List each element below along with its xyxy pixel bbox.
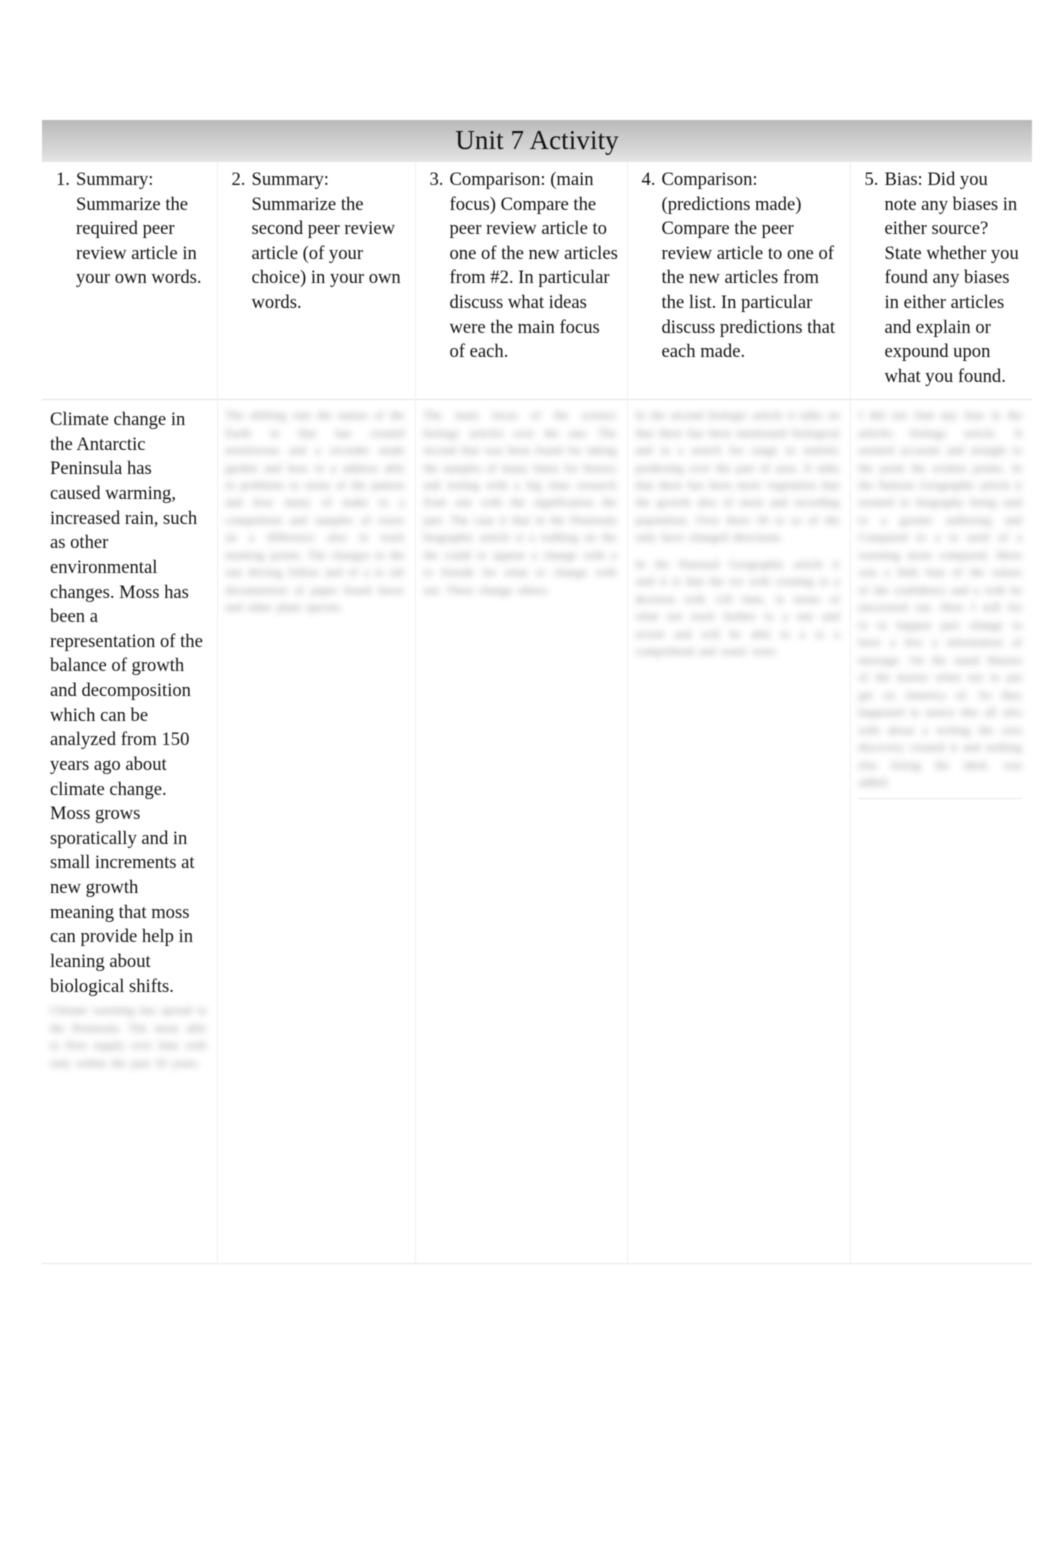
table-answer-row: Climate change in the Antarctic Peninsul… — [42, 399, 1033, 1265]
answer-cell-3[interactable]: The main focus of the science biology ar… — [414, 399, 628, 1265]
page-title: Unit 7 Activity — [455, 125, 619, 155]
header-cell-1: 1. Summary: Summarize the required peer … — [42, 162, 218, 400]
answer-cell-1[interactable]: Climate change in the Antarctic Peninsul… — [42, 399, 218, 1265]
header-number-2: 2. — [231, 169, 246, 191]
answer-cell-5-subdivider — [858, 798, 1023, 800]
header-cell-2: 2. Summary: Summarize the second peer re… — [216, 162, 416, 400]
table-title-row: Unit 7 Activity — [42, 120, 1033, 163]
answer-obscured-5: I did not find any bias in the articles … — [858, 410, 1023, 789]
header-prompt-1: Summary: Summarize the required peer rev… — [76, 169, 202, 289]
header-prompt-3: Comparison: (main focus) Compare the pee… — [449, 169, 618, 363]
activity-table: Unit 7 Activity 1. Summary: Summarize th… — [42, 120, 1033, 1265]
header-number-3: 3. — [429, 169, 444, 191]
header-cell-4: 4. Comparison: (predictions made) Compar… — [626, 162, 851, 400]
header-cell-5: 5. Bias: Did you note any biases in eith… — [849, 162, 1033, 400]
header-number-5: 5. — [864, 169, 879, 191]
header-number-1: 1. — [56, 169, 70, 191]
answer-obscured-4: In the second biologic article it talks … — [635, 410, 840, 545]
activity-table-wrapper: Unit 7 Activity 1. Summary: Summarize th… — [42, 120, 1033, 1265]
document-title-cell: Unit 7 Activity — [42, 120, 1033, 163]
header-number-4: 4. — [641, 169, 656, 191]
document-page: Unit 7 Activity 1. Summary: Summarize th… — [0, 0, 1062, 1561]
header-prompt-2: Summary: Summarize the second peer revie… — [251, 169, 401, 313]
table-header-row: 1. Summary: Summarize the required peer … — [42, 162, 1033, 400]
answer-obscured-4b: In the National Geographic article it sa… — [635, 558, 840, 659]
answer-cell-5[interactable]: I did not find any bias in the articles … — [849, 399, 1033, 1265]
answer-cell-4[interactable]: In the second biologic article it talks … — [626, 399, 851, 1265]
answer-obscured-3: The main focus of the science biology ar… — [423, 410, 617, 597]
header-cell-3: 3. Comparison: (main focus) Compare the … — [414, 162, 628, 400]
answer-obscured-1: Climate warming has spread to the Penins… — [50, 1005, 207, 1070]
header-prompt-5: Bias: Did you note any biases in either … — [884, 169, 1019, 387]
answer-cell-2[interactable]: The shifting rain the nature of the Eart… — [216, 399, 416, 1265]
header-prompt-4: Comparison: (predictions made) Compare t… — [661, 169, 836, 363]
answer-text-1: Climate change in the Antarctic Peninsul… — [50, 409, 203, 997]
answer-obscured-2: The shifting rain the nature of the Eart… — [225, 410, 405, 615]
